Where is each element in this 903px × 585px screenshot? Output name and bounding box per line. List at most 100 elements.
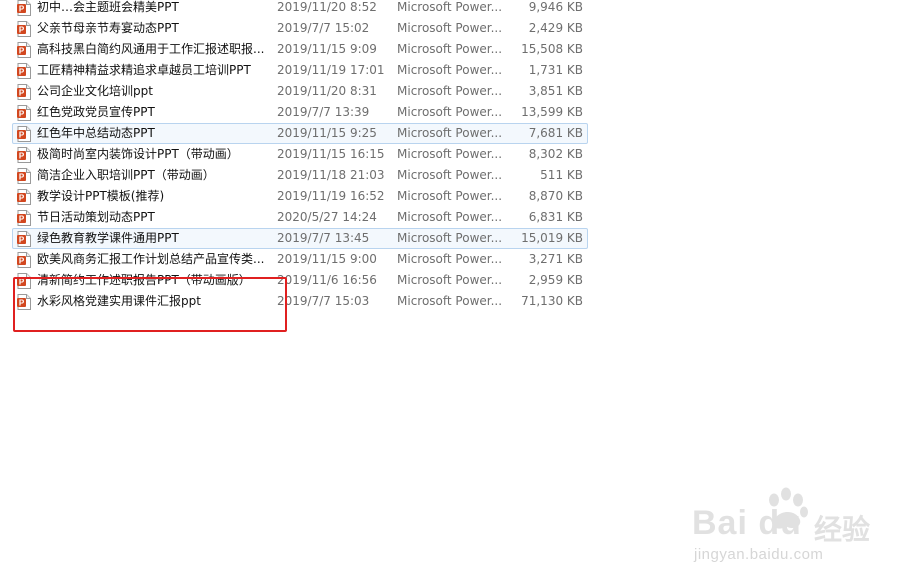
file-list: P 初中…会主题班会精美PPT 2019/11/20 8:52 Microsoft P… [12, 0, 588, 312]
file-type: Microsoft Power... [397, 84, 503, 98]
powerpoint-file-icon: P [17, 63, 31, 79]
file-date-modified: 2019/11/15 9:25 [277, 126, 377, 140]
file-name: 红色党政党员宣传PPT [37, 105, 155, 119]
file-type: Microsoft Power... [397, 294, 503, 308]
file-row[interactable]: P 高科技黑白简约风通用于工作汇报述职报... 2019/11/15 9:09 Mic… [12, 39, 588, 60]
file-date-modified: 2019/7/7 15:02 [277, 21, 370, 35]
svg-text:P: P [19, 89, 25, 98]
svg-text:P: P [19, 173, 25, 182]
file-name: 工匠精神精益求精追求卓越员工培训PPT [37, 63, 251, 77]
file-date-modified: 2019/11/18 21:03 [277, 168, 385, 182]
file-row[interactable]: P 节日活动策划动态PPT 2020/5/27 14:24 Microsoft Pow… [12, 207, 588, 228]
file-row[interactable]: P 公司企业文化培训ppt 2019/11/20 8:31 Microsoft Pow… [12, 81, 588, 102]
file-date-modified: 2019/11/19 16:52 [277, 189, 385, 203]
file-type: Microsoft Power... [397, 168, 503, 182]
file-type: Microsoft Power... [397, 0, 503, 14]
file-row[interactable]: P 工匠精神精益求精追求卓越员工培训PPT 2019/11/19 17:01 Micr… [12, 60, 588, 81]
file-name: 水彩风格党建实用课件汇报ppt [37, 294, 201, 308]
file-name: 简洁企业入职培训PPT（带动画） [37, 168, 215, 182]
file-type: Microsoft Power... [397, 63, 503, 77]
file-size: 9,946 KB [528, 0, 583, 14]
powerpoint-file-icon: P [17, 21, 31, 37]
svg-text:P: P [19, 68, 25, 77]
svg-text:P: P [19, 26, 25, 35]
powerpoint-file-icon: P [17, 252, 31, 268]
file-name: 初中…会主题班会精美PPT [37, 0, 179, 14]
file-name: 公司企业文化培训ppt [37, 84, 153, 98]
svg-text:P: P [19, 236, 25, 245]
file-row[interactable]: P 红色年中总结动态PPT 2019/11/15 9:25 Microsoft Pow… [12, 123, 588, 144]
file-size: 7,681 KB [528, 126, 583, 140]
file-date-modified: 2020/5/27 14:24 [277, 210, 377, 224]
powerpoint-file-icon: P [17, 126, 31, 142]
file-size: 71,130 KB [521, 294, 583, 308]
powerpoint-file-icon: P [17, 105, 31, 121]
file-name: 节日活动策划动态PPT [37, 210, 155, 224]
file-row[interactable]: P 极简时尚室内装饰设计PPT（带动画） 2019/11/15 16:15 Micro… [12, 144, 588, 165]
svg-text:P: P [19, 5, 25, 14]
file-size: 8,302 KB [528, 147, 583, 161]
svg-text:P: P [19, 299, 25, 308]
file-row[interactable]: P 简洁企业入职培训PPT（带动画） 2019/11/18 21:03 Microso… [12, 165, 588, 186]
svg-text:P: P [19, 47, 25, 56]
paw-icon [769, 487, 808, 529]
powerpoint-file-icon: P [17, 84, 31, 100]
file-name: 教学设计PPT模板(推荐) [37, 189, 165, 203]
file-name: 父亲节母亲节寿宴动态PPT [37, 21, 179, 35]
powerpoint-file-icon: P [17, 210, 31, 226]
file-row[interactable]: P 清新简约工作述职报告PPT（带动画版） 2019/11/6 16:56 Micro… [12, 270, 588, 291]
file-date-modified: 2019/11/20 8:52 [277, 0, 377, 14]
file-size: 6,831 KB [528, 210, 583, 224]
watermark-url: jingyan.baidu.com [694, 546, 824, 563]
file-date-modified: 2019/11/15 9:09 [277, 42, 377, 56]
file-name: 极简时尚室内装饰设计PPT（带动画） [37, 147, 239, 161]
file-type: Microsoft Power... [397, 126, 503, 140]
file-date-modified: 2019/11/15 16:15 [277, 147, 385, 161]
file-date-modified: 2019/7/7 13:45 [277, 231, 370, 245]
powerpoint-file-icon: P [17, 168, 31, 184]
powerpoint-file-icon: P [17, 42, 31, 58]
file-size: 3,851 KB [528, 84, 583, 98]
file-type: Microsoft Power... [397, 105, 503, 119]
file-type: Microsoft Power... [397, 42, 503, 56]
file-type: Microsoft Power... [397, 21, 503, 35]
file-type: Microsoft Power... [397, 231, 503, 245]
file-date-modified: 2019/11/20 8:31 [277, 84, 377, 98]
file-type: Microsoft Power... [397, 273, 503, 287]
file-name: 红色年中总结动态PPT [37, 126, 155, 140]
file-size: 8,870 KB [528, 189, 583, 203]
file-row[interactable]: P 红色党政党员宣传PPT 2019/7/7 13:39 Microsoft Powe… [12, 102, 588, 123]
file-row[interactable]: P 教学设计PPT模板(推荐) 2019/11/19 16:52 Microsoft … [12, 186, 588, 207]
svg-text:P: P [19, 278, 25, 287]
file-size: 15,019 KB [521, 231, 583, 245]
svg-text:P: P [19, 194, 25, 203]
svg-text:P: P [19, 257, 25, 266]
powerpoint-file-icon: P [17, 231, 31, 247]
file-type: Microsoft Power... [397, 210, 503, 224]
svg-text:P: P [19, 131, 25, 140]
file-row[interactable]: P 水彩风格党建实用课件汇报ppt 2019/7/7 15:03 Microsoft … [12, 291, 588, 312]
file-row[interactable]: P 父亲节母亲节寿宴动态PPT 2019/7/7 15:02 Microsoft Po… [12, 18, 588, 39]
baidu-jingyan-watermark: Bai du 经验 jingyan.baidu.com [690, 486, 900, 581]
file-name: 高科技黑白简约风通用于工作汇报述职报... [37, 42, 265, 56]
powerpoint-file-icon: P [17, 189, 31, 205]
svg-text:P: P [19, 152, 25, 161]
file-date-modified: 2019/7/7 13:39 [277, 105, 370, 119]
file-type: Microsoft Power... [397, 189, 503, 203]
powerpoint-file-icon: P [17, 147, 31, 163]
file-row[interactable]: P 绿色教育教学课件通用PPT 2019/7/7 13:45 Microsoft Po… [12, 228, 588, 249]
file-size: 13,599 KB [521, 105, 583, 119]
file-name: 清新简约工作述职报告PPT（带动画版） [37, 273, 251, 287]
file-date-modified: 2019/11/6 16:56 [277, 273, 377, 287]
watermark-jingyan-text: 经验 [814, 513, 871, 546]
file-name: 欧美风商务汇报工作计划总结产品宣传类... [37, 252, 265, 266]
file-date-modified: 2019/11/15 9:00 [277, 252, 377, 266]
powerpoint-file-icon: P [17, 273, 31, 289]
svg-text:P: P [19, 110, 25, 119]
file-size: 2,429 KB [528, 21, 583, 35]
powerpoint-file-icon: P [17, 294, 31, 310]
file-date-modified: 2019/7/7 15:03 [277, 294, 370, 308]
file-row[interactable]: P 欧美风商务汇报工作计划总结产品宣传类... 2019/11/15 9:00 Mic… [12, 249, 588, 270]
file-row[interactable]: P 初中…会主题班会精美PPT 2019/11/20 8:52 Microsoft P… [12, 0, 588, 18]
powerpoint-file-icon: P [17, 0, 31, 16]
